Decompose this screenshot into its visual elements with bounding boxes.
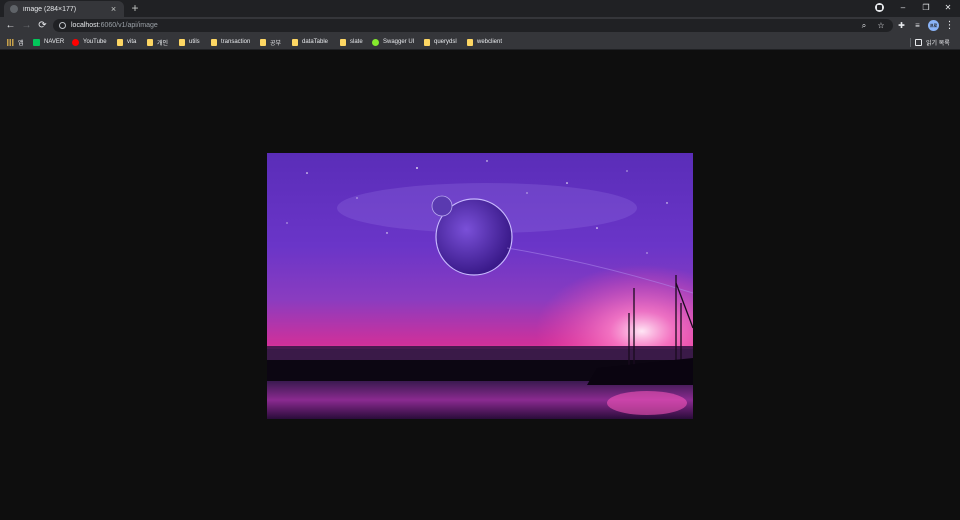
reading-list-icon xyxy=(915,38,922,46)
folder-icon xyxy=(292,38,298,46)
globe-icon xyxy=(10,5,18,13)
url-text[interactable]: localhost:6060/v1/api/image xyxy=(71,21,158,30)
bookmark-star-icon[interactable]: ☆ xyxy=(876,20,886,31)
new-tab-button[interactable]: + xyxy=(130,2,140,14)
menu-icon[interactable]: ⋮ xyxy=(943,19,956,32)
media-control-icon[interactable] xyxy=(875,3,884,12)
bookmark-naver[interactable]: NAVER xyxy=(33,37,64,47)
bookmark-slate[interactable]: slate xyxy=(340,37,363,47)
reload-button[interactable]: ⟳ xyxy=(36,19,49,32)
site-info-icon[interactable] xyxy=(59,22,66,29)
bookmarks-bar: 앱 NAVER YouTube vita 개인 utils transactio… xyxy=(0,34,960,50)
profile-avatar[interactable]: 프로 xyxy=(928,20,939,31)
folder-icon xyxy=(211,38,217,46)
bookmarks-divider xyxy=(910,38,911,47)
bookmark-apps[interactable]: 앱 xyxy=(7,37,24,47)
bookmark-youtube[interactable]: YouTube xyxy=(72,37,107,47)
bookmark-study[interactable]: 공부 xyxy=(260,37,281,47)
close-window-button[interactable]: ✕ xyxy=(942,2,954,14)
tab-title: image (284×177) xyxy=(23,5,77,13)
minimize-button[interactable]: – xyxy=(897,2,909,14)
forward-button[interactable]: → xyxy=(20,19,33,32)
bookmark-querydsl[interactable]: querydsl xyxy=(424,37,457,47)
folder-icon xyxy=(340,38,346,46)
youtube-icon xyxy=(72,38,79,46)
bookmark-utils[interactable]: utils xyxy=(179,37,200,47)
swagger-icon xyxy=(372,38,379,46)
bookmark-swagger[interactable]: Swagger UI xyxy=(372,37,414,47)
bookmark-transaction[interactable]: transaction xyxy=(211,37,250,47)
tab-close-icon[interactable]: × xyxy=(109,4,118,14)
tab-image[interactable]: image (284×177) × xyxy=(4,1,124,17)
toolbar: ← → ⟳ localhost:6060/v1/api/image ⌕ ☆ ✚ … xyxy=(0,17,960,34)
apps-icon xyxy=(7,38,14,46)
folder-icon xyxy=(117,38,123,46)
folder-icon xyxy=(179,38,185,46)
bookmark-datatable[interactable]: dataTable xyxy=(292,37,328,47)
reading-list[interactable]: 읽기 목록 xyxy=(915,37,950,47)
media-queue-icon[interactable]: ≡ xyxy=(911,19,924,32)
folder-icon xyxy=(147,38,153,46)
zoom-icon[interactable]: ⌕ xyxy=(859,20,869,31)
folder-icon xyxy=(260,38,266,46)
page-content xyxy=(0,51,960,520)
viewed-image xyxy=(267,153,693,419)
back-button[interactable]: ← xyxy=(4,19,17,32)
restore-button[interactable]: ❐ xyxy=(920,2,932,14)
extensions-icon[interactable]: ✚ xyxy=(895,19,908,32)
address-bar[interactable]: localhost:6060/v1/api/image ⌕ ☆ xyxy=(53,19,893,32)
folder-icon xyxy=(467,38,473,46)
bookmark-vita[interactable]: vita xyxy=(117,37,136,47)
bookmark-personal[interactable]: 개인 xyxy=(147,37,168,47)
bookmark-webclient[interactable]: webclient xyxy=(467,37,502,47)
naver-icon xyxy=(33,38,40,46)
tab-strip: image (284×177) × + – ❐ ✕ xyxy=(0,0,960,17)
folder-icon xyxy=(424,38,430,46)
